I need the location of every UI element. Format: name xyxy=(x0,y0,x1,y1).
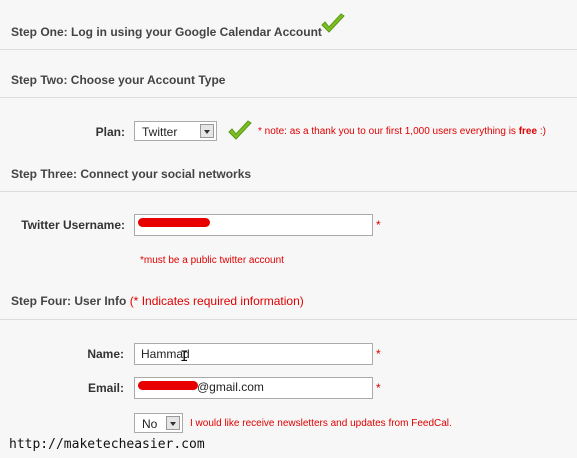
checkmark-icon xyxy=(228,120,252,140)
text-cursor-icon: I xyxy=(180,349,189,365)
newsletter-select[interactable]: No xyxy=(134,413,183,433)
redaction-mark xyxy=(138,381,198,390)
step-four-title: Step Four: User Info xyxy=(11,294,127,308)
watermark: http://maketecheasier.com xyxy=(9,437,205,452)
chevron-down-icon[interactable] xyxy=(166,416,180,430)
divider xyxy=(0,319,577,320)
required-marker: * xyxy=(376,347,381,361)
plan-note-text: * note: as a thank you to our first 1,00… xyxy=(258,126,519,137)
chevron-down-icon[interactable] xyxy=(200,124,214,138)
plan-note-suffix: :) xyxy=(537,126,546,137)
name-label: Name: xyxy=(87,347,124,361)
redaction-mark xyxy=(138,218,210,227)
twitter-hint: *must be a public twitter account xyxy=(140,255,284,266)
divider xyxy=(0,191,577,192)
newsletter-select-value: No xyxy=(142,417,158,431)
plan-note-free: free xyxy=(518,126,538,137)
step-four-header: Step Four: User Info (* Indicates requir… xyxy=(0,294,577,308)
divider xyxy=(0,97,577,98)
plan-select[interactable]: Twitter xyxy=(134,121,217,141)
plan-label: Plan: xyxy=(95,125,125,139)
divider xyxy=(0,49,577,50)
name-input[interactable] xyxy=(134,343,373,365)
required-marker: * xyxy=(376,381,381,395)
step-four-required-note: (* Indicates required information) xyxy=(129,294,304,308)
twitter-username-label: Twitter Username: xyxy=(21,218,125,232)
plan-note: * note: as a thank you to our first 1,00… xyxy=(258,126,577,137)
step-three-header: Step Three: Connect your social networks xyxy=(11,167,252,181)
email-value: @gmail.com xyxy=(197,380,264,394)
newsletter-text: I would like receive newsletters and upd… xyxy=(190,418,452,429)
email-label: Email: xyxy=(87,381,124,395)
required-marker: * xyxy=(376,218,381,232)
checkmark-icon xyxy=(321,13,345,33)
step-one-header: Step One: Log in using your Google Calen… xyxy=(11,25,322,39)
plan-select-value: Twitter xyxy=(142,125,178,139)
step-two-header: Step Two: Choose your Account Type xyxy=(11,73,226,87)
